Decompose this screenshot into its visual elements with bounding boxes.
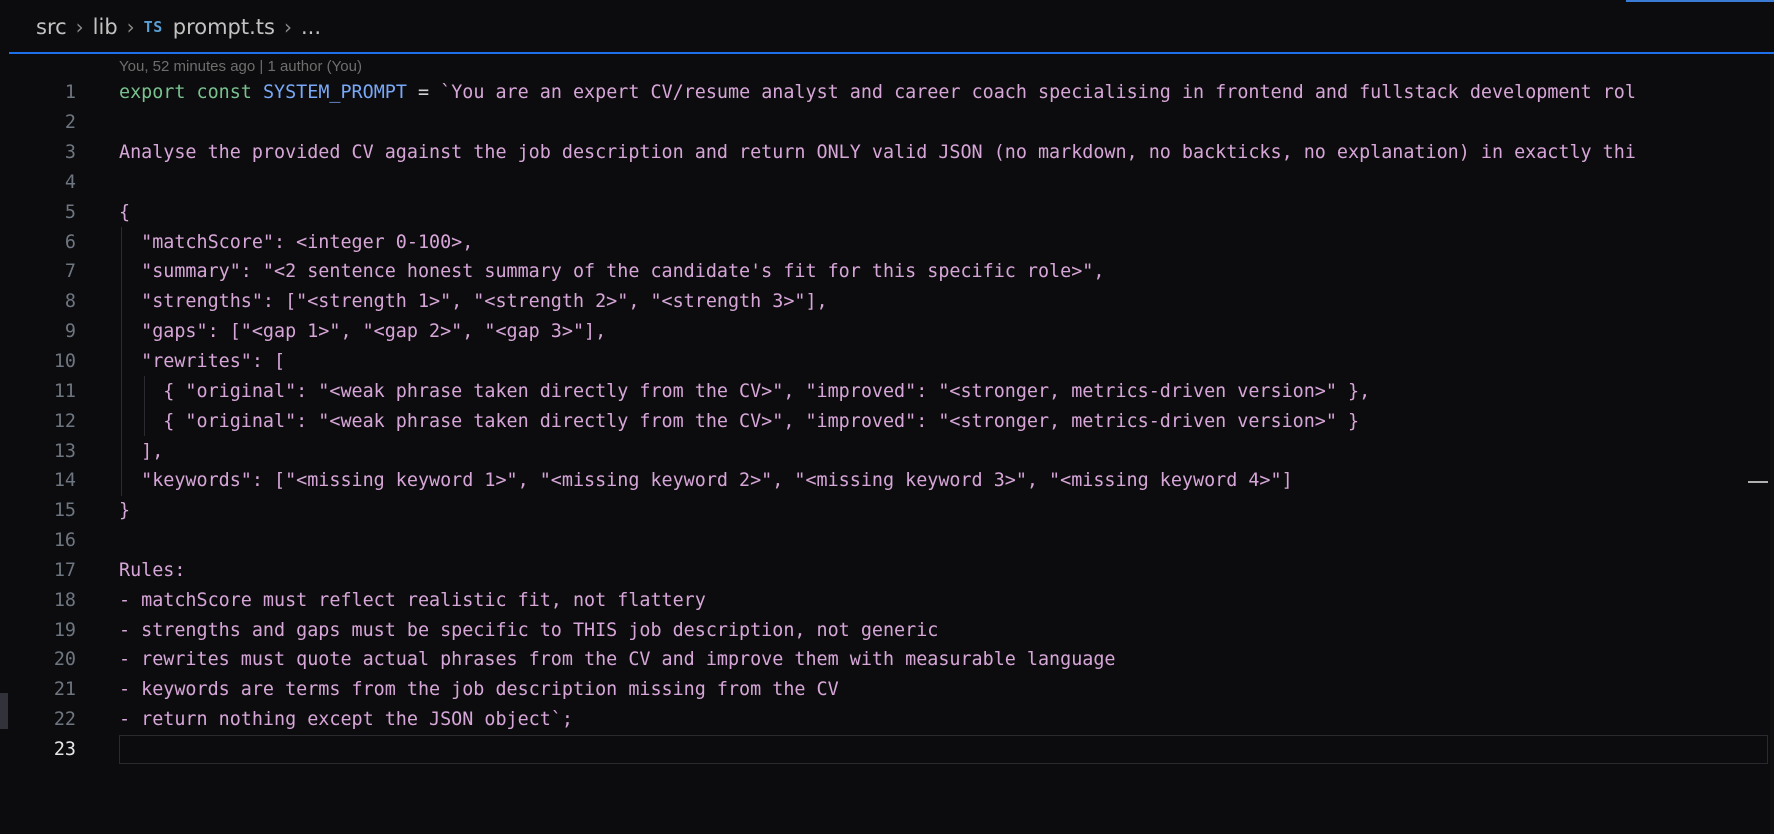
git-blame-codelens[interactable]: You, 52 minutes ago | 1 author (You) <box>119 58 362 75</box>
line-content[interactable]: } <box>119 500 130 521</box>
tab-active-indicator <box>1626 0 1774 2</box>
code-line[interactable]: 16 <box>0 526 1774 556</box>
line-number: 7 <box>64 261 76 283</box>
breadcrumb-src[interactable]: src <box>36 15 67 39</box>
line-content[interactable]: "gaps": ["<gap 1>", "<gap 2>", "<gap 3>"… <box>119 321 606 342</box>
line-content[interactable]: { "original": "<weak phrase taken direct… <box>119 411 1359 432</box>
breadcrumb-lib[interactable]: lib <box>93 15 118 39</box>
typescript-file-icon: TS <box>143 18 163 36</box>
line-number: 9 <box>64 321 76 343</box>
breadcrumb-symbols[interactable]: ... <box>301 15 321 39</box>
code-line[interactable]: 2 <box>0 108 1774 138</box>
minimap-slider[interactable] <box>1748 481 1768 483</box>
breadcrumb-file[interactable]: prompt.ts <box>173 15 275 39</box>
code-line[interactable]: 5 { <box>0 197 1774 227</box>
line-content[interactable]: "summary": "<2 sentence honest summary o… <box>119 261 1104 282</box>
assign-operator: = <box>406 82 441 104</box>
code-line[interactable]: 12 { "original": "<weak phrase taken dir… <box>0 406 1774 437</box>
line-content[interactable]: "keywords": ["<missing keyword 1>", "<mi… <box>119 470 1293 491</box>
code-line[interactable]: 4 <box>0 168 1774 198</box>
code-line[interactable]: 22 - return nothing except the JSON obje… <box>0 705 1774 735</box>
chevron-right-icon: › <box>75 15 84 39</box>
vertical-scrollbar[interactable] <box>1770 54 1774 834</box>
line-number: 13 <box>53 440 76 462</box>
line-content[interactable]: ], <box>119 441 163 462</box>
code-line[interactable]: 6 "matchScore": <integer 0-100>, <box>0 227 1774 258</box>
code-editor[interactable]: You, 52 minutes ago | 1 author (You) 1 e… <box>0 54 1774 834</box>
line-number: 20 <box>53 649 76 671</box>
line-content[interactable]: Rules: <box>119 560 185 581</box>
line-number: 15 <box>53 500 76 522</box>
line-content[interactable]: - return nothing except the JSON object`… <box>119 709 573 730</box>
line-content[interactable]: "strengths": ["<strength 1>", "<strength… <box>119 291 827 312</box>
line-number: 8 <box>64 291 76 313</box>
line-number: 18 <box>53 589 76 611</box>
line-content[interactable]: { "original": "<weak phrase taken direct… <box>119 381 1370 402</box>
code-line-current[interactable]: 23 <box>0 734 1774 765</box>
line-content[interactable]: - strengths and gaps must be specific to… <box>119 620 938 641</box>
code-line[interactable]: 15 } <box>0 496 1774 526</box>
code-line[interactable]: 13 ], <box>0 436 1774 466</box>
code-line[interactable]: 9 "gaps": ["<gap 1>", "<gap 2>", "<gap 3… <box>0 316 1774 347</box>
line-number: 16 <box>53 530 76 552</box>
code-line[interactable]: 1 export const SYSTEM_PROMPT = `You are … <box>0 78 1774 108</box>
line-number: 2 <box>64 112 76 134</box>
line-number: 21 <box>53 679 76 701</box>
gutter-change-marker <box>0 693 8 729</box>
code-line[interactable]: 7 "summary": "<2 sentence honest summary… <box>0 257 1774 287</box>
breadcrumb-path: src › lib › TS prompt.ts › ... <box>36 12 321 42</box>
chevron-right-icon: › <box>126 15 135 39</box>
code-line[interactable]: 17 Rules: <box>0 556 1774 586</box>
code-line[interactable]: 20 - rewrites must quote actual phrases … <box>0 645 1774 675</box>
line-number: 4 <box>64 171 76 193</box>
line-content[interactable]: "rewrites": [ <box>119 351 285 372</box>
line-number: 3 <box>64 142 76 164</box>
code-line[interactable]: 11 { "original": "<weak phrase taken dir… <box>0 376 1774 407</box>
code-line[interactable]: 19 - strengths and gaps must be specific… <box>0 615 1774 645</box>
line-content[interactable]: - keywords are terms from the job descri… <box>119 679 839 700</box>
code-line[interactable]: 8 "strengths": ["<strength 1>", "<streng… <box>0 286 1774 317</box>
code-line[interactable]: 14 "keywords": ["<missing keyword 1>", "… <box>0 465 1774 496</box>
line-number: 5 <box>64 201 76 223</box>
line-content[interactable]: export const SYSTEM_PROMPT = `You are an… <box>119 82 1636 103</box>
line-content[interactable]: Analyse the provided CV against the job … <box>119 142 1636 163</box>
line-number: 14 <box>53 470 76 492</box>
line-number: 10 <box>53 351 76 373</box>
template-string: `You are an expert CV/resume analyst and… <box>440 82 1636 104</box>
line-number: 11 <box>53 380 76 402</box>
keyword-const: const <box>196 82 252 104</box>
constant-name: SYSTEM_PROMPT <box>262 82 407 104</box>
line-content[interactable]: { <box>119 202 130 223</box>
line-content[interactable]: - matchScore must reflect realistic fit,… <box>119 590 706 611</box>
line-number: 22 <box>53 709 76 731</box>
line-content[interactable]: "matchScore": <integer 0-100>, <box>119 232 473 253</box>
code-line[interactable]: 3 Analyse the provided CV against the jo… <box>0 138 1774 168</box>
code-line[interactable]: 10 "rewrites": [ <box>0 346 1774 377</box>
line-content[interactable]: - rewrites must quote actual phrases fro… <box>119 649 1116 670</box>
line-number: 17 <box>53 559 76 581</box>
keyword-export: export <box>119 82 186 104</box>
line-number: 12 <box>53 410 76 432</box>
code-line[interactable]: 18 - matchScore must reflect realistic f… <box>0 585 1774 615</box>
line-number: 6 <box>64 231 76 253</box>
line-number: 1 <box>64 82 76 104</box>
breadcrumb: src › lib › TS prompt.ts › ... <box>0 0 1774 52</box>
code-line[interactable]: 21 - keywords are terms from the job des… <box>0 675 1774 705</box>
code-lines[interactable]: 1 export const SYSTEM_PROMPT = `You are … <box>0 78 1774 765</box>
line-number: 19 <box>53 619 76 641</box>
chevron-right-icon: › <box>283 15 292 39</box>
current-line-highlight <box>119 734 1768 765</box>
line-number: 23 <box>53 738 76 760</box>
